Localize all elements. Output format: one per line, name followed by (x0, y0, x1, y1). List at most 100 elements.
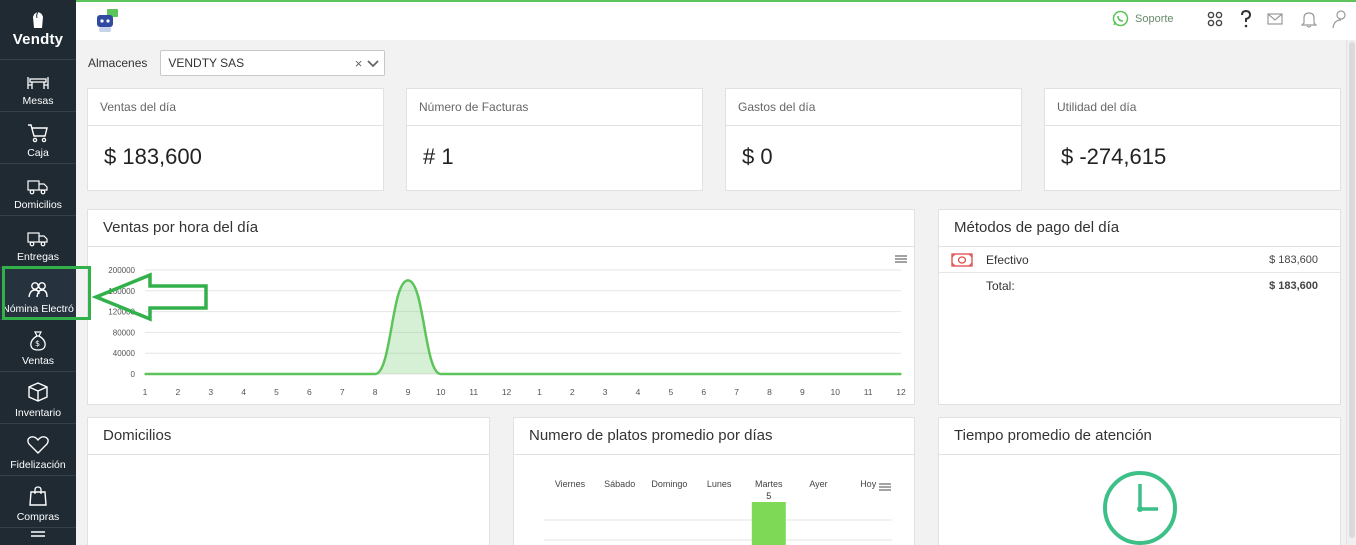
user-icon[interactable] (1332, 10, 1346, 28)
x-tick-label: 3 (603, 387, 608, 397)
sidebar-item-label: Compras (16, 511, 60, 523)
y-tick-label: 40000 (113, 349, 136, 358)
sidebar-item-ventas[interactable]: $ Ventas (0, 320, 76, 372)
panel-title: Domicilios (88, 418, 489, 455)
sidebar-item-label: Domicilios (14, 199, 62, 211)
annotation-arrow-icon (92, 272, 208, 322)
warehouse-label: Almacenes (88, 56, 148, 70)
hourly-sales-chart: 040000800001200001600002000001 2 3 4 5 6 7 8 9 10… (108, 255, 907, 397)
x-tick-label: Martes (755, 479, 783, 489)
dishes-per-day-chart: Viernes Sábado Domingo Lunes Martes 5 Ayer Hoy (544, 479, 892, 545)
x-tick-label: 9 (406, 387, 411, 397)
box-icon (28, 382, 48, 402)
sidebar-item-mesas[interactable]: Mesas (0, 60, 76, 112)
x-tick-label: 4 (241, 387, 246, 397)
data-point (900, 373, 902, 375)
bell-icon[interactable] (1301, 10, 1317, 28)
data-point (702, 373, 705, 375)
sidebar-item-label: Caja (27, 147, 49, 159)
scrollbar-thumb[interactable] (1349, 42, 1355, 538)
delivery-truck-icon (27, 180, 48, 195)
cash-icon (951, 252, 973, 267)
shopping-bag-icon (29, 486, 47, 506)
sidebar-item-compras[interactable]: Compras (0, 476, 76, 528)
y-tick-label: 0 (131, 370, 136, 379)
sidebar-item-label: Fidelización (10, 459, 66, 471)
bar (751, 502, 786, 545)
x-tick-label: 12 (896, 387, 906, 397)
x-tick-label: 1 (143, 387, 148, 397)
panel-title: Numero de platos promedio por días (514, 418, 914, 455)
help-icon[interactable] (1240, 10, 1252, 28)
support-link[interactable]: Soporte (1112, 10, 1174, 27)
data-point (275, 373, 278, 375)
panel-title: Métodos de pago del día (939, 210, 1340, 247)
chevron-down-icon[interactable] (367, 57, 380, 69)
warehouse-select[interactable]: VENDTY SAS × (160, 50, 386, 76)
payment-methods-panel: Métodos de pago del día Efectivo $ 183,6… (938, 209, 1341, 405)
chatbot-icon[interactable] (94, 8, 120, 34)
y-tick-label: 80000 (113, 328, 136, 337)
tables-icon (27, 77, 49, 89)
chart-menu-icon[interactable] (879, 483, 891, 491)
stat-value: $ 0 (742, 144, 773, 169)
x-tick-label: Viernes (555, 479, 586, 489)
clear-icon[interactable]: × (355, 56, 363, 71)
data-point (472, 373, 475, 375)
support-label: Soporte (1135, 12, 1174, 25)
apps-grid-icon[interactable] (1207, 10, 1223, 28)
chart-menu-icon[interactable] (895, 255, 907, 263)
panel-title: Ventas por hora del día (88, 210, 914, 247)
x-tick-label: 8 (767, 387, 772, 397)
vertical-scrollbar[interactable] (1346, 40, 1356, 545)
data-point (670, 373, 672, 375)
sales-area (145, 280, 901, 374)
data-point (209, 373, 212, 375)
stat-card-profit: Utilidad del día $ -274,615 (1044, 88, 1341, 191)
x-tick-label: 12 (502, 387, 512, 397)
data-point (177, 373, 179, 375)
sidebar-item-label: Ventas (21, 355, 55, 367)
sidebar-item-caja[interactable]: Caja (0, 112, 76, 164)
payment-total-amount: $ 183,600 (1269, 280, 1318, 292)
vendty-logo-icon (33, 11, 43, 28)
sidebar-item-label: Entregas (16, 251, 60, 263)
stat-card-invoices: Número de Facturas # 1 (406, 88, 703, 191)
x-tick-label: 11 (469, 387, 478, 397)
data-point (637, 373, 639, 375)
highlight-box (2, 266, 91, 320)
dishes-panel: Numero de platos promedio por días Viern… (513, 417, 915, 545)
data-point (440, 373, 442, 375)
sidebar-item-domicilios[interactable]: Domicilios (0, 164, 76, 216)
sidebar-item-fidelizacion[interactable]: Fidelización (0, 424, 76, 476)
x-tick-label: 10 (831, 387, 841, 397)
data-label: 5 (766, 491, 771, 501)
svg-text:$: $ (35, 339, 40, 348)
x-tick-label: 9 (800, 387, 805, 397)
mail-icon[interactable] (1267, 13, 1283, 25)
dashboard-content: Almacenes VENDTY SAS × Ventas del día $ … (76, 40, 1346, 545)
stat-value: # 1 (423, 144, 454, 169)
payment-row-cash: Efectivo $ 183,600 (939, 247, 1340, 273)
vendty-logo[interactable]: Vendty (0, 0, 76, 60)
sidebar-item-entregas[interactable]: Entregas (0, 216, 76, 268)
stat-value: $ 183,600 (104, 144, 202, 169)
stat-title: Ventas del día (88, 89, 383, 126)
data-point (735, 373, 738, 375)
stat-value: $ -274,615 (1061, 144, 1167, 169)
data-point (144, 373, 146, 375)
sidebar-item-more[interactable] (0, 528, 76, 545)
stat-title: Gastos del día (726, 89, 1021, 126)
data-point (604, 373, 606, 375)
data-point (308, 373, 311, 375)
x-tick-label: 5 (274, 387, 279, 397)
data-point (374, 373, 376, 375)
sidebar-item-inventario[interactable]: Inventario (0, 372, 76, 424)
stat-title: Utilidad del día (1045, 89, 1340, 126)
panel-title: Tiempo promedio de atención (939, 418, 1340, 455)
data-point (834, 373, 837, 375)
sidebar-item-label: Mesas (22, 95, 54, 107)
x-tick-label: 3 (208, 387, 213, 397)
heart-icon (27, 436, 49, 454)
x-tick-label: 10 (436, 387, 446, 397)
